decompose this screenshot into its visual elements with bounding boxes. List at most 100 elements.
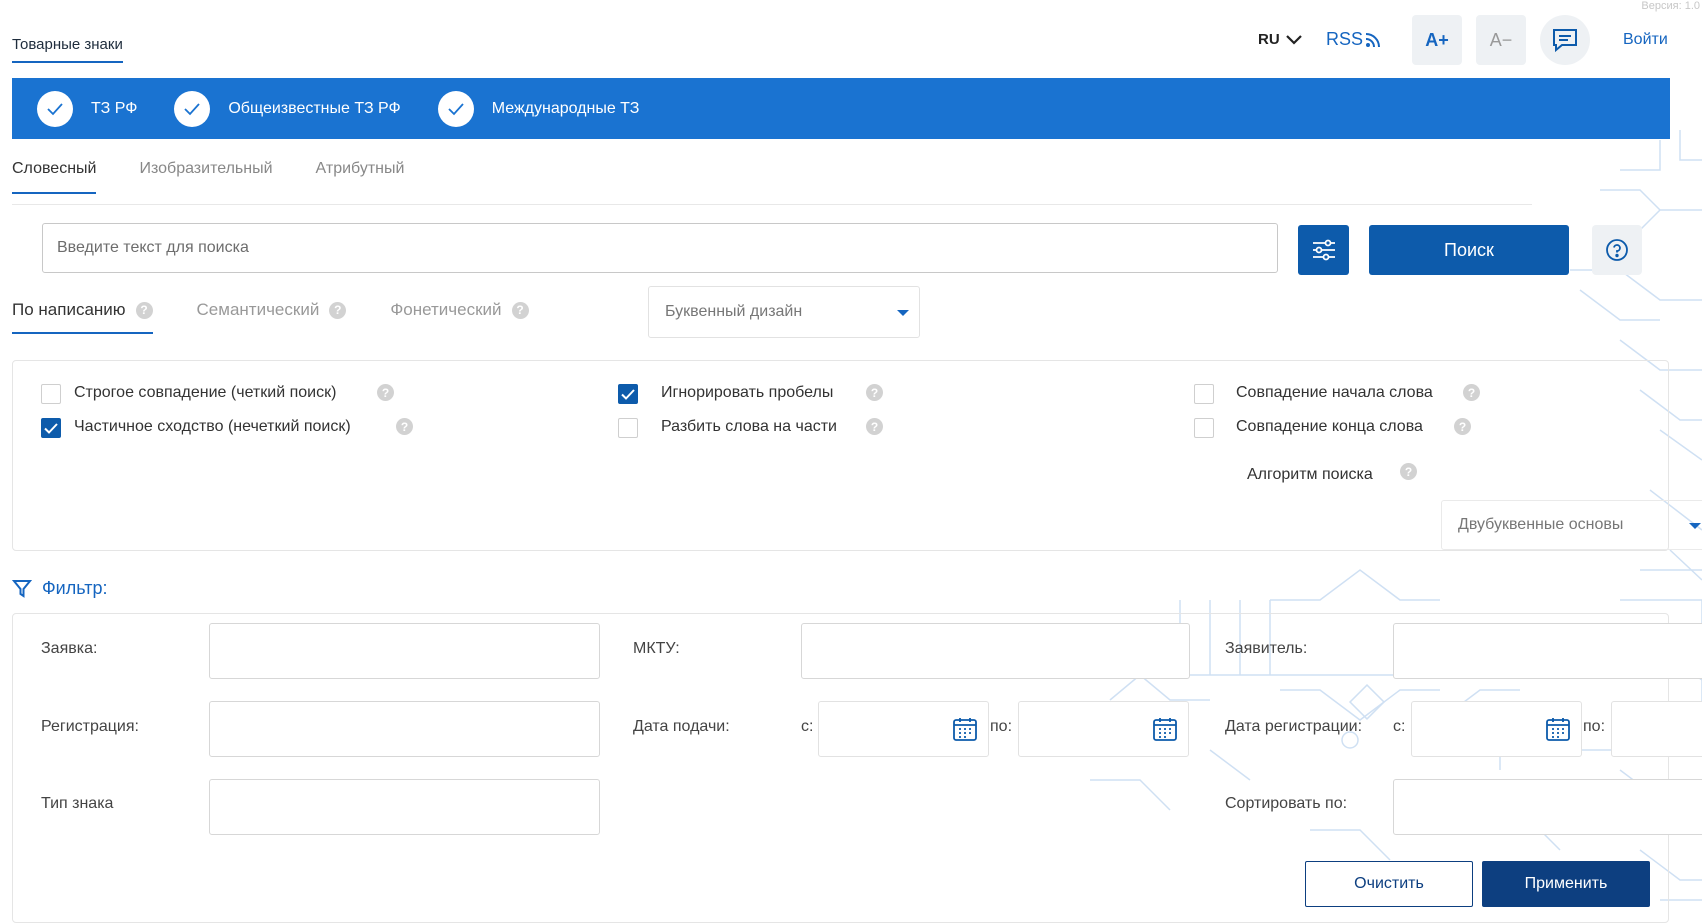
chevron-down-icon bbox=[1285, 34, 1302, 45]
sliders-icon bbox=[1312, 239, 1335, 261]
algorithm-select-value: Двубуквенные основы bbox=[1458, 516, 1624, 533]
date-to-label: по: bbox=[990, 718, 1013, 735]
login-link[interactable]: Войти bbox=[1623, 31, 1668, 49]
tab-label: По написанию bbox=[12, 300, 126, 319]
search-input[interactable] bbox=[42, 223, 1278, 273]
check-icon bbox=[37, 90, 73, 127]
version-label: Версия: 1.0 bbox=[1641, 0, 1700, 12]
tab-spelling[interactable]: По написанию? bbox=[12, 300, 153, 334]
font-increase-button[interactable]: A+ bbox=[1412, 15, 1462, 65]
apply-button[interactable]: Применить bbox=[1482, 861, 1650, 907]
help-button[interactable] bbox=[1592, 225, 1642, 275]
tab-figurative[interactable]: Изобразительный bbox=[139, 160, 272, 194]
date-to-label: по: bbox=[1583, 718, 1606, 735]
mktu-label: МКТУ: bbox=[633, 640, 680, 657]
rss-icon bbox=[1365, 32, 1381, 47]
match-mode-tabs: По написанию? Семантический? Фонетически… bbox=[12, 300, 573, 334]
help-icon[interactable]: ? bbox=[1463, 384, 1480, 401]
chat-icon bbox=[1553, 29, 1577, 53]
split-words-label: Разбить слова на части bbox=[661, 418, 837, 435]
applicant-input[interactable] bbox=[1393, 623, 1702, 679]
advanced-settings-button[interactable] bbox=[1298, 225, 1349, 275]
algorithm-label: Алгоритм поиска bbox=[1247, 466, 1373, 483]
registry-rf[interactable]: ТЗ РФ bbox=[37, 90, 138, 127]
application-input[interactable] bbox=[209, 623, 600, 679]
applicant-label: Заявитель: bbox=[1225, 640, 1308, 657]
split-words-checkbox[interactable] bbox=[618, 418, 638, 438]
rss-link[interactable]: RSS bbox=[1326, 29, 1381, 50]
tab-verbal[interactable]: Словесный bbox=[12, 160, 97, 194]
help-icon[interactable]: ? bbox=[329, 301, 347, 319]
tab-label: Фонетический bbox=[390, 300, 502, 319]
registration-date-from-input[interactable] bbox=[1411, 701, 1582, 757]
registry-label: Общеизвестные ТЗ РФ bbox=[228, 99, 401, 117]
help-icon[interactable]: ? bbox=[396, 418, 413, 435]
language-selector[interactable]: RU bbox=[1258, 31, 1302, 48]
search-type-tabs: Словесный Изобразительный Атрибутный bbox=[12, 160, 447, 194]
help-icon[interactable]: ? bbox=[377, 384, 394, 401]
sort-by-label: Сортировать по: bbox=[1225, 795, 1348, 812]
calendar-icon[interactable] bbox=[952, 716, 978, 742]
tab-attribute[interactable]: Атрибутный bbox=[316, 160, 405, 194]
design-select[interactable]: Буквенный дизайн bbox=[648, 286, 920, 338]
rss-label: RSS bbox=[1326, 29, 1364, 49]
registration-date-label: Дата регистрации: bbox=[1225, 718, 1363, 735]
mark-type-input[interactable] bbox=[209, 779, 600, 835]
registration-input[interactable] bbox=[209, 701, 600, 757]
help-icon[interactable]: ? bbox=[866, 384, 883, 401]
divider bbox=[12, 204, 1532, 205]
registry-label: ТЗ РФ bbox=[91, 99, 138, 117]
date-from-label: с: bbox=[801, 718, 814, 735]
help-icon[interactable]: ? bbox=[1400, 463, 1417, 480]
registry-well-known[interactable]: Общеизвестные ТЗ РФ bbox=[174, 90, 401, 127]
help-icon[interactable]: ? bbox=[1454, 418, 1471, 435]
date-from-label: с: bbox=[1393, 718, 1406, 735]
help-icon[interactable]: ? bbox=[511, 301, 529, 319]
check-icon bbox=[44, 422, 58, 434]
search-button[interactable]: Поиск bbox=[1369, 225, 1569, 275]
check-icon bbox=[437, 90, 474, 127]
mark-type-label: Тип знака bbox=[41, 795, 114, 812]
filing-date-from-input[interactable] bbox=[818, 701, 989, 757]
registration-date-to-input[interactable] bbox=[1611, 701, 1702, 757]
check-icon bbox=[174, 90, 211, 127]
registry-bar: ТЗ РФ Общеизвестные ТЗ РФ Международные … bbox=[12, 78, 1670, 139]
application-label: Заявка: bbox=[41, 640, 98, 657]
dropdown-arrow-icon bbox=[1689, 523, 1701, 529]
registry-label: Международные ТЗ bbox=[491, 99, 640, 117]
calendar-icon[interactable] bbox=[1152, 716, 1178, 742]
dropdown-arrow-icon bbox=[897, 310, 909, 316]
sort-by-input[interactable] bbox=[1393, 779, 1702, 835]
filter-title: Фильтр: bbox=[42, 578, 108, 598]
registration-label: Регистрация: bbox=[41, 718, 139, 735]
calendar-icon[interactable] bbox=[1545, 716, 1571, 742]
word-start-label: Совпадение начала слова bbox=[1236, 384, 1433, 401]
ignore-spaces-checkbox[interactable] bbox=[618, 384, 638, 404]
tab-phonetic[interactable]: Фонетический? bbox=[390, 300, 529, 332]
funnel-icon bbox=[12, 579, 32, 598]
help-icon[interactable]: ? bbox=[135, 301, 153, 319]
algorithm-select[interactable]: Двубуквенные основы bbox=[1441, 500, 1702, 550]
design-select-value: Буквенный дизайн bbox=[665, 303, 803, 320]
ignore-spaces-label: Игнорировать пробелы bbox=[661, 384, 834, 401]
help-icon[interactable]: ? bbox=[866, 418, 883, 435]
chat-button[interactable] bbox=[1540, 15, 1590, 65]
partial-match-checkbox[interactable] bbox=[41, 418, 61, 438]
word-end-checkbox[interactable] bbox=[1194, 418, 1214, 438]
tab-semantic[interactable]: Семантический? bbox=[197, 300, 347, 332]
filter-toggle[interactable]: Фильтр: bbox=[12, 578, 107, 599]
mktu-input[interactable] bbox=[801, 623, 1190, 679]
registry-international[interactable]: Международные ТЗ bbox=[437, 90, 640, 127]
clear-button[interactable]: Очистить bbox=[1305, 861, 1473, 907]
strict-match-label: Строгое совпадение (четкий поиск) bbox=[74, 384, 337, 401]
word-start-checkbox[interactable] bbox=[1194, 384, 1214, 404]
filing-date-to-input[interactable] bbox=[1018, 701, 1189, 757]
language-label: RU bbox=[1258, 31, 1280, 48]
partial-match-label: Частичное сходство (нечеткий поиск) bbox=[74, 418, 351, 435]
help-icon bbox=[1606, 239, 1628, 261]
check-icon bbox=[621, 388, 635, 400]
strict-match-checkbox[interactable] bbox=[41, 384, 61, 404]
trademarks-link[interactable]: Товарные знаки bbox=[12, 36, 123, 63]
font-decrease-button[interactable]: A− bbox=[1476, 15, 1526, 65]
filing-date-label: Дата подачи: bbox=[633, 718, 730, 735]
